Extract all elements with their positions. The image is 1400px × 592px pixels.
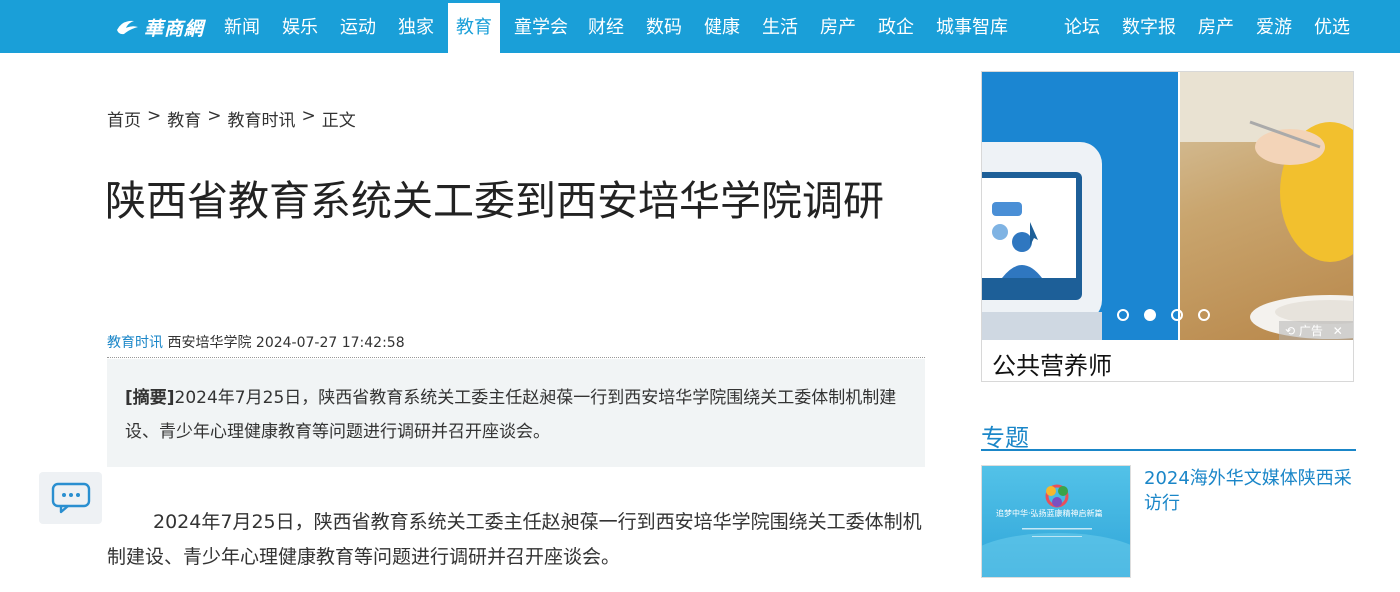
nav-item-kids-club[interactable]: 童学会 <box>508 3 574 53</box>
dining-photo-icon <box>1180 72 1353 339</box>
ad-caption[interactable]: 公共营养师 <box>992 346 1112 381</box>
breadcrumb-separator: > <box>147 106 162 126</box>
nav-item-finance[interactable]: 财经 <box>582 3 630 53</box>
nav-item-government[interactable]: 政企 <box>872 3 920 53</box>
top-nav-bar: 華商網 新闻 娱乐 运动 独家 教育 童学会 财经 数码 健康 生活 房产 政企… <box>0 0 1400 53</box>
ad-carousel[interactable]: ⟲ 广告 ✕ 公共营养师 <box>981 71 1354 382</box>
carousel-dot-3[interactable] <box>1171 309 1183 321</box>
carousel-dot-2[interactable] <box>1144 309 1156 321</box>
site-logo[interactable]: 華商網 <box>114 12 206 42</box>
abstract-text: 2024年7月25日，陕西省教育系统关工委主任赵昶葆一行到西安培华学院围绕关工委… <box>125 388 897 442</box>
nav-item-education[interactable]: 教育 <box>448 3 500 53</box>
nav-item-digital[interactable]: 数码 <box>640 3 688 53</box>
nav-item-news[interactable]: 新闻 <box>218 3 266 53</box>
ad-info-icon: ⟲ <box>1285 324 1296 338</box>
breadcrumb-separator: > <box>207 106 222 126</box>
nav-item-select[interactable]: 优选 <box>1308 3 1356 53</box>
topic-thumbnail-text: 追梦中华·弘扬蓝康精神启新篇 <box>996 509 1103 518</box>
meta-divider <box>107 357 925 358</box>
topics-section-divider <box>981 449 1356 451</box>
article-title: 陕西省教育系统关工委到西安培华学院调研 <box>105 177 884 225</box>
nav-item-forum[interactable]: 论坛 <box>1058 3 1106 53</box>
nav-item-life[interactable]: 生活 <box>756 3 804 53</box>
carousel-indicators <box>1117 309 1210 321</box>
ad-slide-right <box>1180 72 1353 340</box>
breadcrumb-education[interactable]: 教育 <box>167 106 201 131</box>
article-body-paragraph: 2024年7月25日，陕西省教育系统关工委主任赵昶葆一行到西安培华学院围绕关工委… <box>107 511 922 568</box>
ad-label: ⟲ 广告 ✕ <box>1279 321 1353 340</box>
chat-bubble-icon <box>51 482 90 514</box>
breadcrumb: 首页 > 教育 > 教育时讯 > 正文 <box>107 106 356 131</box>
nav-item-entertainment[interactable]: 娱乐 <box>276 3 324 53</box>
breadcrumb-education-news[interactable]: 教育时讯 <box>228 106 296 131</box>
abstract-label: [摘要] <box>125 388 175 408</box>
topics-section-title: 专题 <box>981 424 1029 452</box>
nav-item-games[interactable]: 爱游 <box>1250 3 1298 53</box>
nav-item-health[interactable]: 健康 <box>698 3 746 53</box>
logo-text: 華商網 <box>144 17 205 40</box>
ad-close-icon[interactable]: ✕ <box>1333 324 1343 338</box>
nav-item-exclusive[interactable]: 独家 <box>392 3 440 53</box>
breadcrumb-current: 正文 <box>321 111 356 131</box>
breadcrumb-home[interactable]: 首页 <box>107 106 141 131</box>
nav-item-realestate-right[interactable]: 房产 <box>1192 3 1240 53</box>
laptop-illustration-icon <box>982 142 1102 340</box>
ad-label-text: 广告 <box>1298 324 1323 338</box>
carousel-dot-4[interactable] <box>1198 309 1210 321</box>
topic-thumbnail[interactable]: 追梦中华·弘扬蓝康精神启新篇 <box>981 465 1131 578</box>
topic-emblem-icon <box>982 484 1130 577</box>
nav-item-city-think-tank[interactable]: 城事智库 <box>930 3 1014 53</box>
article-meta: 教育时讯 西安培华学院 2024-07-27 17:42:58 <box>107 332 405 352</box>
nav-item-realestate[interactable]: 房产 <box>814 3 862 53</box>
logo-icon <box>117 20 138 35</box>
article-datetime: 2024-07-27 17:42:58 <box>255 335 405 351</box>
breadcrumb-separator: > <box>301 106 316 126</box>
nav-item-sports[interactable]: 运动 <box>334 3 382 53</box>
comment-button[interactable] <box>39 472 102 524</box>
nav-item-digital-paper[interactable]: 数字报 <box>1116 3 1182 53</box>
article-source: 西安培华学院 <box>167 335 252 351</box>
ad-slide-left <box>982 72 1178 340</box>
ad-image[interactable]: ⟲ 广告 ✕ <box>982 72 1353 340</box>
article-category-link[interactable]: 教育时讯 <box>107 335 163 351</box>
topic-title-link[interactable]: 2024海外华文媒体陕西采访行 <box>1144 466 1359 516</box>
article-abstract: [摘要]2024年7月25日，陕西省教育系统关工委主任赵昶葆一行到西安培华学院围… <box>107 359 925 467</box>
carousel-dot-1[interactable] <box>1117 309 1129 321</box>
